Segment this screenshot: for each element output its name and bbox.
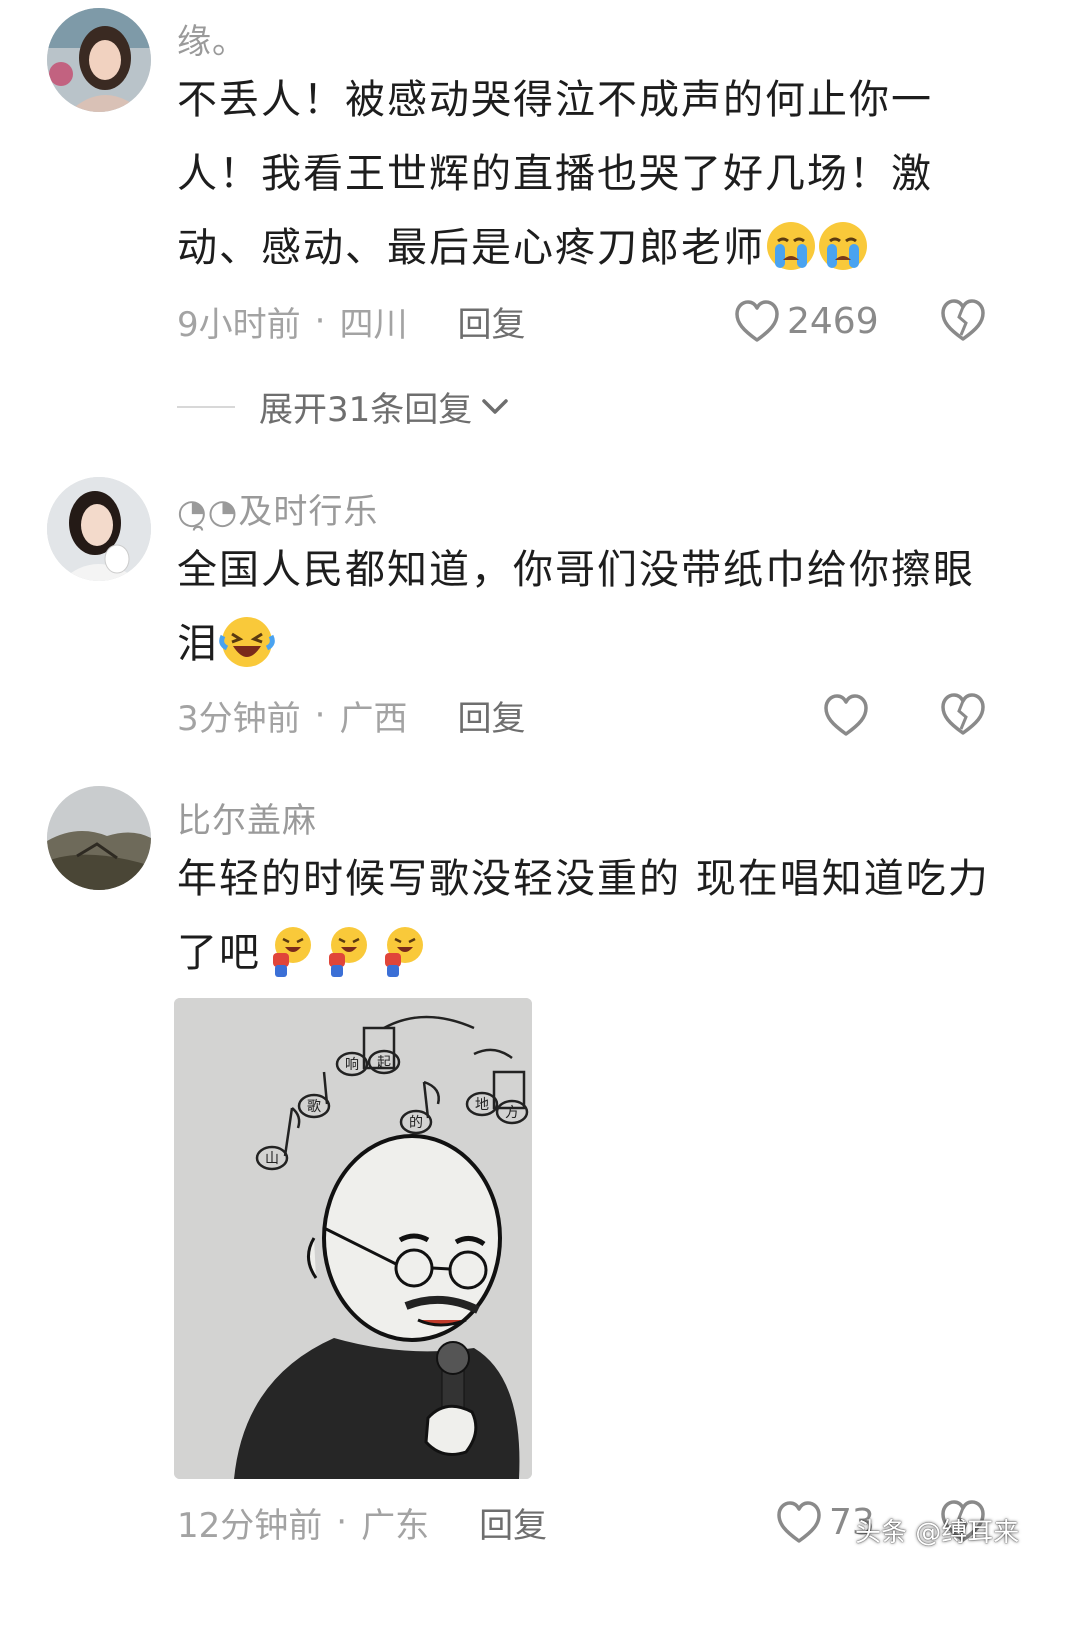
comment-time: 9小时前 bbox=[177, 304, 301, 345]
username[interactable]: 缘。 bbox=[177, 14, 247, 63]
like-button[interactable] bbox=[822, 690, 876, 740]
comment-location: 广东 bbox=[361, 1505, 430, 1546]
reply-button[interactable]: 回复 bbox=[457, 297, 525, 346]
heart-icon bbox=[735, 300, 779, 342]
bowing-laugh-emoji bbox=[317, 923, 373, 979]
crying-face-emoji bbox=[765, 220, 817, 272]
broken-heart-icon[interactable] bbox=[938, 295, 988, 345]
chevron-down-icon bbox=[482, 398, 509, 414]
comment-time: 3分钟前 bbox=[177, 698, 301, 739]
comment-time: 12分钟前 bbox=[177, 1505, 323, 1546]
comment-meta: 9小时前 · 四川 回复 bbox=[177, 296, 525, 346]
caricature-sketch: 山 歌 响 起 的 地 方 bbox=[174, 998, 532, 1479]
comment-location: 广西 bbox=[339, 698, 408, 739]
reply-button[interactable]: 回复 bbox=[479, 1498, 547, 1547]
note-char: 起 bbox=[377, 1055, 391, 1071]
comment-meta: 3分钟前 · 广西 回复 bbox=[177, 690, 525, 740]
note-char: 响 bbox=[345, 1057, 359, 1073]
separator: · bbox=[314, 301, 326, 341]
comment-list: 缘。 不丢人！被感动哭得泣不成声的何止你一人！我看王世辉的直播也哭了好几场！激动… bbox=[0, 0, 1080, 1627]
avatar[interactable] bbox=[47, 477, 151, 581]
username[interactable]: 比尔盖麻 bbox=[177, 793, 317, 842]
heart-icon bbox=[777, 1501, 821, 1543]
note-char: 的 bbox=[409, 1115, 423, 1131]
broken-heart-icon[interactable] bbox=[938, 689, 988, 739]
divider bbox=[177, 405, 235, 408]
bowing-laugh-emoji bbox=[373, 923, 429, 979]
comment-text-body: 全国人民都知道，你哥们没带纸巾给你擦眼泪 bbox=[177, 547, 975, 667]
avatar[interactable] bbox=[47, 8, 151, 112]
note-char: 山 bbox=[265, 1151, 279, 1167]
comment-location: 四川 bbox=[339, 304, 408, 345]
note-char: 歌 bbox=[307, 1099, 321, 1115]
bowing-laugh-emoji bbox=[261, 923, 317, 979]
separator: · bbox=[314, 695, 326, 735]
expand-replies-label: 展开31条回复 bbox=[259, 390, 473, 430]
avatar[interactable] bbox=[47, 786, 151, 890]
like-count: 2469 bbox=[787, 300, 879, 342]
reply-button[interactable]: 回复 bbox=[457, 691, 525, 740]
separator: · bbox=[336, 1502, 348, 1542]
comment-text: 年轻的时候写歌没轻没重的 现在唱知道吃力了吧 bbox=[177, 842, 1007, 990]
username[interactable]: ◔̯◔及时行乐 bbox=[177, 484, 378, 533]
comment-text: 全国人民都知道，你哥们没带纸巾给你擦眼泪 bbox=[177, 533, 997, 681]
comment-meta: 12分钟前 · 广东 回复 bbox=[177, 1497, 547, 1547]
watermark: 头条 @缚耳来 bbox=[855, 1518, 1020, 1548]
crying-face-emoji bbox=[817, 220, 869, 272]
comment-image[interactable]: 山 歌 响 起 的 地 方 bbox=[174, 998, 532, 1479]
note-char: 地 bbox=[475, 1097, 489, 1113]
like-button[interactable]: 2469 bbox=[733, 296, 879, 346]
note-char: 方 bbox=[505, 1105, 519, 1121]
heart-icon bbox=[824, 694, 868, 736]
comment-text: 不丢人！被感动哭得泣不成声的何止你一人！我看王世辉的直播也哭了好几场！激动、感动… bbox=[177, 63, 997, 285]
laughing-crying-emoji bbox=[219, 614, 275, 670]
expand-replies-button[interactable]: 展开31条回复 bbox=[177, 382, 510, 431]
